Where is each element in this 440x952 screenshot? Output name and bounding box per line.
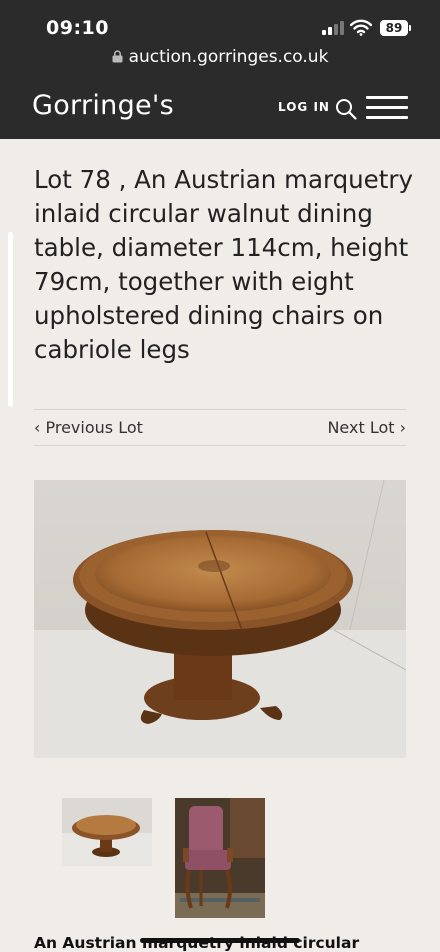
- wifi-icon: [350, 19, 372, 36]
- url-text: auction.gorringes.co.uk: [128, 47, 329, 67]
- table-photo: [34, 480, 406, 758]
- home-indicator[interactable]: [140, 938, 300, 943]
- lot-navigation: ‹ Previous Lot Next Lot ›: [34, 409, 406, 446]
- thumbnail-table[interactable]: [62, 798, 152, 866]
- login-link[interactable]: LOG IN: [278, 100, 330, 114]
- site-logo[interactable]: Gorringe's: [32, 90, 174, 121]
- scroll-indicator: [8, 232, 13, 407]
- menu-icon[interactable]: [366, 96, 408, 120]
- lot-title: Lot 78 , An Austrian marquetry inlaid ci…: [34, 165, 413, 364]
- lock-icon: [112, 50, 123, 63]
- description-heading: An Austrian marquetry inlaid circular: [34, 934, 360, 952]
- status-time: 09:10: [46, 17, 109, 39]
- lot-main-image[interactable]: [34, 480, 406, 758]
- status-bar: 09:10 89 auction.gorringes.co.uk: [0, 0, 440, 72]
- previous-lot-link[interactable]: ‹ Previous Lot: [34, 418, 143, 437]
- signal-icon: [322, 21, 344, 35]
- address-bar[interactable]: auction.gorringes.co.uk: [0, 47, 440, 67]
- battery-icon: 89: [380, 20, 411, 36]
- site-header: Gorringe's LOG IN: [0, 72, 440, 139]
- search-icon[interactable]: [335, 98, 357, 120]
- next-lot-link[interactable]: Next Lot ›: [327, 418, 406, 437]
- thumbnail-chair[interactable]: [175, 798, 265, 918]
